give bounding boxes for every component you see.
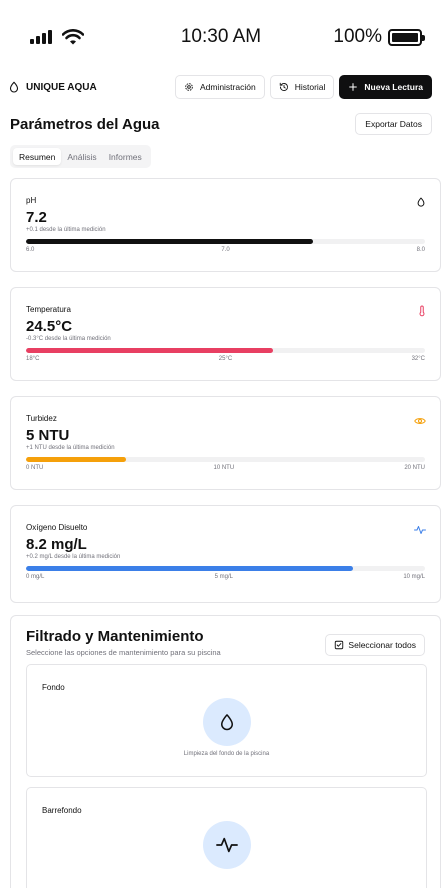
brand-name: UNIQUE AQUA: [26, 81, 97, 93]
page-title: Parámetros del Agua: [10, 115, 160, 133]
scale-max: 10 mg/L: [403, 573, 425, 580]
brand[interactable]: UNIQUE AQUA: [8, 81, 170, 93]
scale-mid: 25°C: [218, 355, 233, 362]
status-time: 10:30 AM: [180, 26, 262, 47]
option-title: Fondo: [42, 683, 65, 692]
checkbox-icon: [335, 640, 344, 650]
scale-max: 20 NTU: [404, 464, 425, 471]
param-level-bar: [26, 457, 126, 462]
param-value: 24.5°C: [26, 318, 73, 335]
param-card-oxigeno: Oxígeno Disuelto 8.2 mg/L +0.2 mg/L desd…: [10, 505, 441, 603]
param-level-bar: [26, 566, 354, 571]
option-title: Barrefondo: [42, 806, 82, 815]
param-value: 5 NTU: [26, 427, 70, 444]
activity-icon: [414, 522, 426, 540]
admin-label: Administración: [199, 82, 256, 92]
param-change: +0.2 mg/L desde la última medición: [26, 554, 121, 560]
scale-max: 32°C: [411, 355, 425, 362]
option-icon-circle: [202, 821, 251, 869]
new-reading-button[interactable]: Nueva Lectura: [339, 75, 432, 99]
option-description: Limpieza del fondo de la piscina: [183, 751, 270, 757]
scale-min: 18°C: [26, 355, 40, 362]
param-title: Turbidez: [26, 414, 57, 423]
droplet-icon: [220, 714, 233, 731]
tab-resumen[interactable]: Resumen: [13, 148, 62, 165]
param-title: Oxígeno Disuelto: [26, 523, 88, 532]
admin-button[interactable]: Administración: [174, 75, 265, 99]
status-bar: 10:30 AM 100%: [0, 0, 444, 74]
param-card-temperatura: Temperatura 24.5°C -0.3°C desde la últim…: [10, 287, 441, 381]
scale-mid: 5 mg/L: [214, 573, 233, 580]
param-title: pH: [26, 196, 37, 205]
history-label: Historial: [294, 82, 326, 92]
thermometer-icon: [418, 304, 426, 322]
option-fondo[interactable]: Fondo Limpieza del fondo de la piscina: [26, 664, 427, 777]
history-icon: [279, 82, 288, 91]
droplet-icon: [416, 195, 426, 213]
gear-icon: [185, 83, 193, 91]
param-card-ph: pH 7.2 +0.1 desde la última medición 6.0…: [10, 178, 441, 272]
param-value: 7.2: [26, 209, 47, 226]
battery-icon: [388, 28, 425, 46]
status-left: [30, 29, 140, 45]
param-track: [26, 348, 425, 353]
param-title: Temperatura: [26, 305, 71, 314]
wifi-icon: [62, 29, 84, 45]
status-right: 100%: [302, 26, 425, 48]
app-header: UNIQUE AQUA Administración Historial Nue…: [0, 74, 444, 100]
param-track: [26, 239, 425, 244]
signal-icon: [30, 30, 52, 44]
export-button[interactable]: Exportar Datos: [355, 113, 432, 135]
params-section-head: Parámetros del Agua Exportar Datos: [0, 113, 444, 135]
param-card-turbidez: Turbidez 5 NTU +1 NTU desde la última me…: [10, 396, 441, 490]
activity-icon: [215, 837, 238, 853]
tab-informes[interactable]: Informes: [103, 148, 148, 165]
param-scale: 0 NTU 10 NTU 20 NTU: [26, 465, 425, 471]
tab-analisis[interactable]: Análisis: [61, 148, 102, 165]
option-icon-circle: [202, 698, 251, 746]
select-all-label: Seleccionar todos: [348, 640, 416, 650]
select-all-button[interactable]: Seleccionar todos: [325, 634, 425, 656]
param-change: +1 NTU desde la última medición: [26, 445, 115, 451]
battery-percent: 100%: [333, 26, 382, 47]
new-reading-label: Nueva Lectura: [364, 82, 423, 92]
param-scale: 0 mg/L 5 mg/L 10 mg/L: [26, 574, 425, 580]
param-value: 8.2 mg/L: [26, 536, 87, 553]
history-button[interactable]: Historial: [269, 75, 335, 99]
scale-min: 0 NTU: [26, 464, 44, 471]
tabs: Resumen Análisis Informes: [10, 145, 151, 168]
eye-icon: [414, 413, 426, 431]
droplet-icon: [9, 81, 19, 93]
param-scale: 18°C 25°C 32°C: [26, 356, 425, 362]
param-track: [26, 457, 425, 462]
scale-max: 8.0: [416, 246, 425, 253]
maintenance-panel: Filtrado y Mantenimiento Seleccione las …: [10, 615, 441, 888]
option-barrefondo[interactable]: Barrefondo: [26, 787, 427, 888]
param-track: [26, 566, 425, 571]
param-change: -0.3°C desde la última medición: [26, 336, 111, 342]
param-level-bar: [26, 348, 274, 353]
scale-mid: 7.0: [221, 246, 230, 253]
param-change: +0.1 desde la última medición: [26, 227, 106, 233]
param-level-bar: [26, 239, 314, 244]
scale-min: 0 mg/L: [26, 573, 45, 580]
scale-mid: 10 NTU: [213, 464, 235, 471]
scale-min: 6.0: [26, 246, 35, 253]
plus-icon: [349, 83, 358, 91]
param-scale: 6.0 7.0 8.0: [26, 247, 425, 253]
